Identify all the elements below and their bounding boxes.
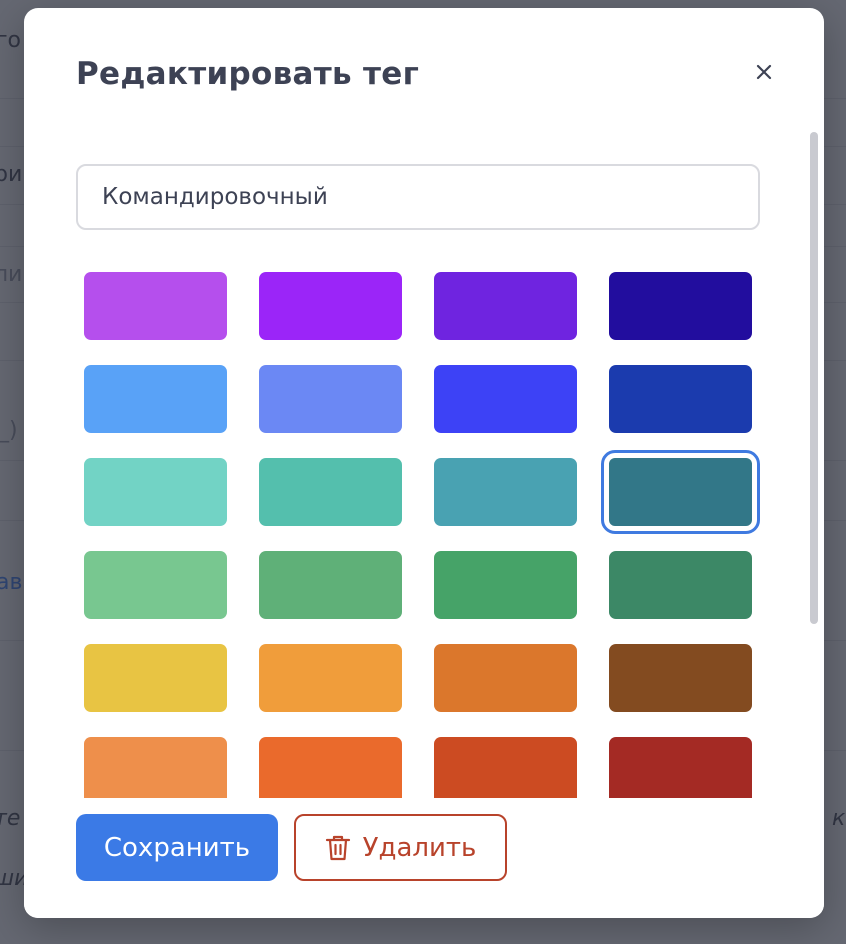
color-swatch[interactable] xyxy=(609,737,752,798)
color-swatch[interactable] xyxy=(84,644,227,712)
color-swatch[interactable] xyxy=(434,458,577,526)
color-swatch[interactable] xyxy=(434,644,577,712)
color-swatch[interactable] xyxy=(259,737,402,798)
color-swatch[interactable] xyxy=(84,737,227,798)
color-swatch[interactable] xyxy=(84,551,227,619)
color-swatch[interactable] xyxy=(434,272,577,340)
color-swatch[interactable] xyxy=(84,365,227,433)
tag-name-input[interactable] xyxy=(76,164,760,230)
color-swatch[interactable] xyxy=(259,551,402,619)
color-swatch[interactable] xyxy=(434,737,577,798)
color-swatch[interactable] xyxy=(259,272,402,340)
dialog-footer: Сохранить Удалить xyxy=(24,798,824,918)
color-swatch[interactable] xyxy=(609,551,752,619)
color-swatch[interactable] xyxy=(609,644,752,712)
color-swatch[interactable] xyxy=(609,272,752,340)
dialog-title: Редактировать тег xyxy=(76,56,420,92)
color-swatch[interactable] xyxy=(259,365,402,433)
save-button[interactable]: Сохранить xyxy=(76,814,278,881)
close-button[interactable] xyxy=(748,56,780,88)
color-swatch[interactable] xyxy=(609,365,752,433)
edit-tag-dialog: Редактировать тег Сохранить Удалить xyxy=(24,8,824,918)
color-swatch[interactable] xyxy=(84,272,227,340)
color-swatch[interactable] xyxy=(259,644,402,712)
scrollbar[interactable] xyxy=(808,132,820,632)
trash-icon xyxy=(325,835,350,860)
dialog-body[interactable] xyxy=(24,138,824,798)
delete-button[interactable]: Удалить xyxy=(294,814,507,881)
color-swatch[interactable] xyxy=(601,450,760,534)
color-swatch[interactable] xyxy=(259,458,402,526)
close-icon xyxy=(756,64,772,80)
color-swatch[interactable] xyxy=(434,365,577,433)
scrollbar-thumb[interactable] xyxy=(810,132,818,624)
delete-label: Удалить xyxy=(362,832,477,863)
color-swatch[interactable] xyxy=(434,551,577,619)
color-swatch[interactable] xyxy=(84,458,227,526)
